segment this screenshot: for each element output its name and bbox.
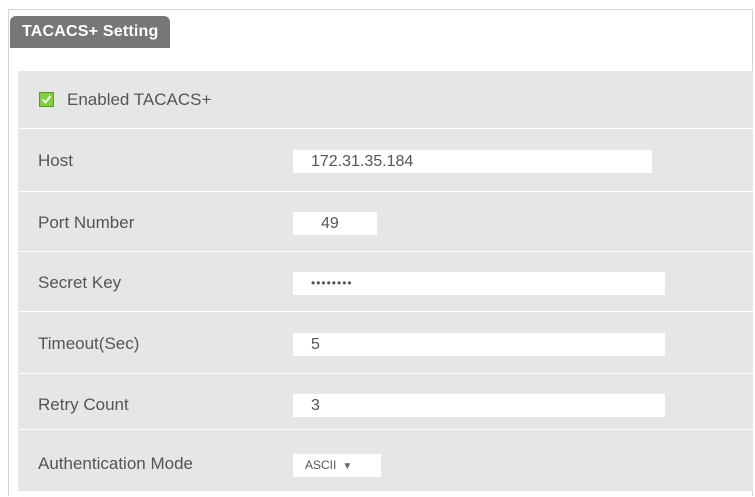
host-row: Host 172.31.35.184 (18, 129, 753, 192)
enable-tacacs-label: Enabled TACACS+ (67, 90, 212, 109)
host-label: Host (38, 151, 73, 170)
secret-label: Secret Key (38, 273, 122, 292)
dropdown-arrow-icon: ▼ (342, 461, 353, 472)
settings-panel: Enabled TACACS+ Host 172.31.35.184 Port … (18, 71, 753, 491)
host-input[interactable]: 172.31.35.184 (293, 150, 652, 173)
enable-tacacs-checkbox[interactable] (39, 92, 54, 107)
timeout-row: Timeout(Sec) 5 (18, 312, 753, 374)
retry-label: Retry Count (38, 395, 129, 414)
port-row: Port Number 49 (18, 192, 753, 252)
timeout-label: Timeout(Sec) (38, 334, 140, 353)
section-title: TACACS+ Setting (10, 16, 171, 48)
port-input[interactable]: 49 (293, 212, 377, 235)
enable-row: Enabled TACACS+ (18, 71, 753, 129)
auth-mode-select[interactable]: ASCII ▼ (293, 454, 381, 477)
retry-input[interactable]: 3 (293, 394, 665, 417)
secret-row: Secret Key •••••••• (18, 252, 753, 312)
port-label: Port Number (38, 213, 135, 232)
timeout-input[interactable]: 5 (293, 333, 665, 356)
secret-input[interactable]: •••••••• (293, 272, 665, 295)
auth-mode-label: Authentication Mode (38, 454, 193, 473)
checkmark-icon (41, 95, 52, 104)
auth-mode-row: Authentication Mode ASCII ▼ (18, 430, 753, 491)
auth-mode-value: ASCII (305, 458, 337, 472)
retry-row: Retry Count 3 (18, 374, 753, 430)
